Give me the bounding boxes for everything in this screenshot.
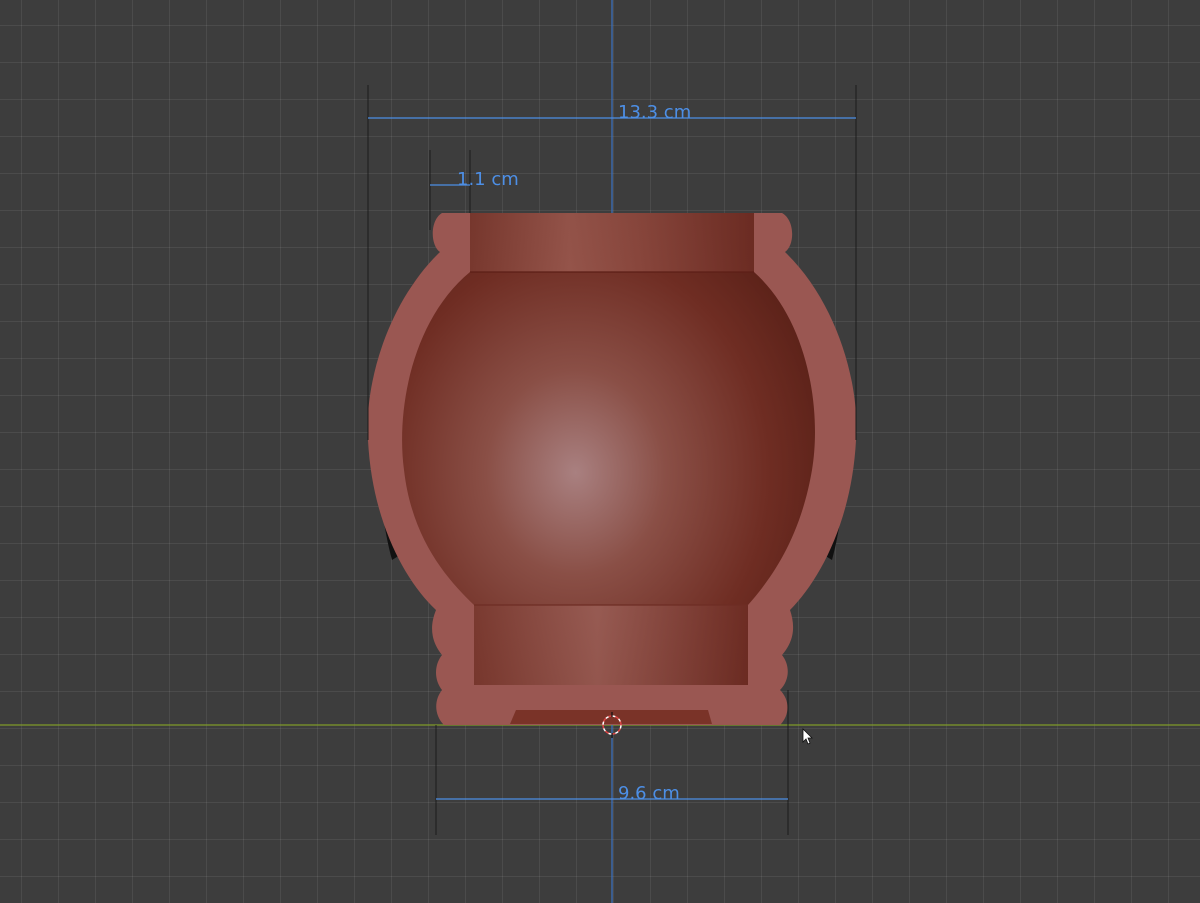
- pot-foot-recess: [510, 710, 712, 724]
- measure-label-overall: 13.3 cm: [618, 102, 691, 123]
- 3d-viewport[interactable]: 13.3 cm 1.1 cm 9.6 cm: [0, 0, 1200, 903]
- measure-label-base: 9.6 cm: [618, 783, 680, 804]
- pot-base-band: [474, 605, 748, 685]
- viewport-scene: 13.3 cm 1.1 cm 9.6 cm: [0, 0, 1200, 903]
- mouse-cursor-icon: [802, 728, 813, 745]
- pot-neck-band: [470, 213, 754, 272]
- measure-label-wall: 1.1 cm: [457, 169, 519, 190]
